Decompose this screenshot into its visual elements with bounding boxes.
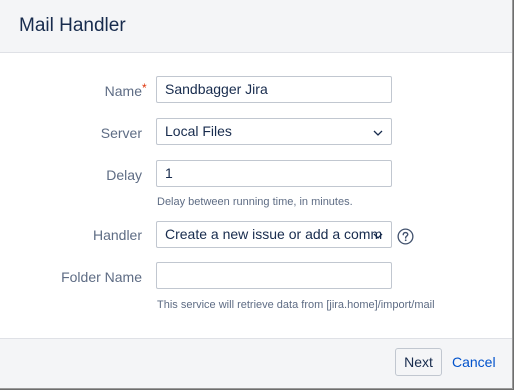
required-marker: * xyxy=(142,81,147,95)
cancel-link[interactable]: Cancel xyxy=(452,354,496,370)
server-select-value: Local Files xyxy=(165,123,232,139)
name-input[interactable]: Sandbagger Jira xyxy=(156,76,392,103)
folder-name-label: Folder Name xyxy=(61,269,142,285)
chevron-down-icon xyxy=(373,130,383,136)
mail-handler-dialog: Mail Handler Name * Sandbagger Jira Serv… xyxy=(0,0,513,389)
handler-label: Handler xyxy=(92,227,142,243)
dialog-title: Mail Handler xyxy=(19,15,126,36)
chevron-down-icon xyxy=(373,233,383,239)
next-button[interactable]: Next xyxy=(395,348,442,376)
help-icon[interactable] xyxy=(397,228,414,245)
name-label: Name xyxy=(104,83,142,99)
handler-select[interactable]: Create a new issue or add a comm xyxy=(156,221,392,248)
server-label: Server xyxy=(100,125,142,141)
delay-input[interactable]: 1 xyxy=(156,160,392,187)
delay-description: Delay between running time, in minutes. xyxy=(157,196,353,208)
dialog-header: Mail Handler xyxy=(0,0,512,53)
server-select[interactable]: Local Files xyxy=(156,118,392,145)
folder-name-description: This service will retrieve data from [ji… xyxy=(157,299,435,311)
handler-select-value: Create a new issue or add a comm xyxy=(165,226,383,242)
folder-name-input[interactable] xyxy=(156,262,392,289)
delay-label: Delay xyxy=(106,167,142,183)
